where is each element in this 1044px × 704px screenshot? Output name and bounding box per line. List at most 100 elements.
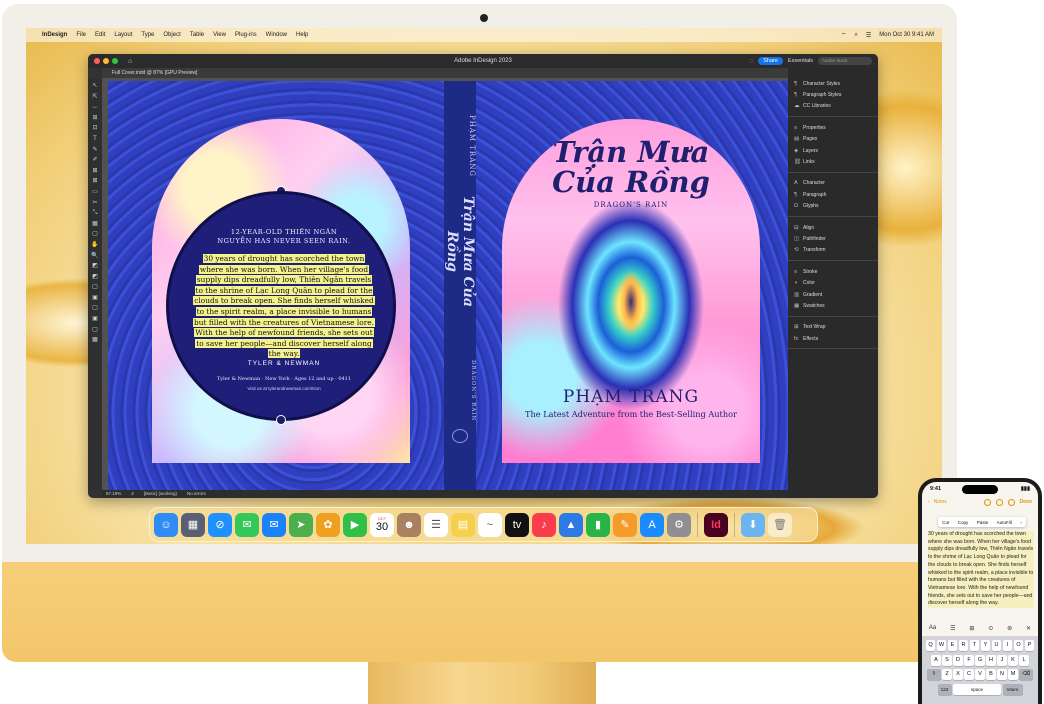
dock-indesign-icon[interactable]: Id [704, 512, 728, 537]
key-l[interactable]: L [1019, 654, 1029, 666]
key-k[interactable]: K [1008, 654, 1018, 666]
tool-icon[interactable]: ⊡ [92, 124, 97, 134]
key-s[interactable]: S [942, 654, 952, 666]
workspace-switcher[interactable]: Essentials [788, 58, 813, 64]
menu-window[interactable]: Window [266, 32, 287, 38]
key-o[interactable]: O [1013, 640, 1024, 651]
panel-stroke[interactable]: ≡ Stroke [788, 266, 878, 277]
dock-reminders-icon[interactable]: ☰ [424, 512, 448, 537]
dock-app-store-icon[interactable]: A [640, 512, 664, 537]
menu-clock[interactable]: Mon Oct 30 9:41 AM [879, 32, 934, 38]
search-icon[interactable]: ⌕ [855, 32, 858, 39]
key-f[interactable]: F [964, 654, 974, 666]
menu-type[interactable]: Type [141, 32, 154, 38]
key-i[interactable]: I [1002, 640, 1013, 651]
key-a[interactable]: A [931, 654, 941, 666]
notes-back-button[interactable]: Notes [934, 499, 947, 505]
dock-contacts-icon[interactable]: ☻ [397, 512, 421, 537]
space-key[interactable]: space [953, 683, 1001, 695]
preflight-profile[interactable]: [Basic] (working) [144, 490, 177, 498]
tool-icon[interactable]: ▢ [92, 283, 98, 293]
numbers-key[interactable]: 123 [937, 683, 952, 695]
note-body[interactable]: 30 years of drought has scorched the tow… [928, 531, 1034, 609]
menu-app-name[interactable]: InDesign [42, 32, 67, 38]
page-number[interactable]: 2 [131, 490, 134, 498]
panel-swatches[interactable]: ▦ Swatches [788, 300, 878, 311]
tool-icon[interactable]: ✐ [92, 156, 97, 166]
tool-icon[interactable]: ⤡ [93, 209, 98, 219]
key-b[interactable]: B [986, 669, 996, 680]
edit-menu-item[interactable]: Cut [942, 520, 949, 525]
key-e[interactable]: E [947, 640, 958, 651]
format-bar-icon[interactable]: Aa [929, 625, 936, 631]
tool-icon[interactable]: ▦ [92, 336, 98, 346]
checklist-icon[interactable] [983, 498, 991, 506]
dock-finder-icon[interactable]: ☺ [154, 512, 178, 537]
dock-facetime-icon[interactable]: ▶ [343, 512, 367, 537]
tool-icon[interactable]: ↖ [92, 82, 97, 92]
key-x[interactable]: X [953, 669, 963, 680]
dock-tv-icon[interactable]: tv [505, 512, 529, 537]
menu-view[interactable]: View [213, 32, 226, 38]
tool-icon[interactable]: ▢ [92, 304, 98, 314]
panel-align[interactable]: ⊟ Align [788, 222, 878, 233]
key-p[interactable]: P [1024, 640, 1035, 651]
key-r[interactable]: R [958, 640, 969, 651]
back-blurb-text-frame[interactable]: 30 years of drought has scorched the tow… [193, 254, 375, 360]
panel-transform[interactable]: ⟲ Transform [788, 245, 878, 256]
menu-layout[interactable]: Layout [114, 32, 132, 38]
dock-system-settings-icon[interactable]: ⚙ [667, 512, 691, 537]
dock-maps-icon[interactable]: ➤ [289, 512, 313, 537]
more-icon[interactable] [1007, 498, 1015, 506]
dock-calendar-icon[interactable]: OCT 30 [370, 512, 394, 537]
format-bar-icon[interactable]: ✕ [1026, 625, 1031, 632]
menu-help[interactable]: Help [296, 32, 308, 38]
edit-menu-item[interactable]: Copy [958, 520, 969, 525]
key-m[interactable]: M [1008, 669, 1018, 680]
zoom-button[interactable] [112, 58, 118, 64]
key-n[interactable]: N [997, 669, 1007, 680]
panel-cc-libraries[interactable]: ☁ CC Libraries [788, 101, 878, 112]
document-tab[interactable]: Full Cover.indd @ 87% [GPU Preview] [102, 68, 788, 78]
format-bar-icon[interactable]: ⊙ [988, 625, 993, 632]
panel-color[interactable]: ◑ Color [788, 277, 878, 288]
key-c[interactable]: C [964, 669, 974, 680]
panel-paragraph[interactable]: ¶ Paragraph [788, 189, 878, 200]
tool-icon[interactable]: ⇱ [92, 93, 97, 103]
key-h[interactable]: H [986, 654, 996, 666]
edit-menu-item[interactable]: AutoFill [997, 520, 1012, 525]
share-icon[interactable] [995, 498, 1003, 506]
tool-icon[interactable]: ◩ [92, 262, 98, 272]
format-bar-icon[interactable]: ⊚ [1007, 625, 1012, 632]
panel-gradient[interactable]: ▥ Gradient [788, 289, 878, 300]
tool-icon[interactable]: ▣ [92, 294, 98, 304]
dock-launchpad-icon[interactable]: ▦ [181, 512, 205, 537]
menu-file[interactable]: File [76, 32, 86, 38]
menu-plugins[interactable]: Plug-ins [235, 32, 257, 38]
format-bar-icon[interactable]: ☰ [950, 625, 955, 632]
home-icon[interactable]: ⌂ [128, 58, 132, 65]
panel-pathfinder[interactable]: ◫ Pathfinder [788, 233, 878, 244]
panel-glyphs[interactable]: Ω Glyphs [788, 201, 878, 212]
dock-photos-icon[interactable]: ✿ [316, 512, 340, 537]
panel-pages[interactable]: ▤ Pages [788, 134, 878, 145]
notes-done-button[interactable]: Done [1020, 499, 1033, 505]
control-center-icon[interactable]: ☰ [866, 32, 871, 39]
dock-messages-icon[interactable]: ✉ [235, 512, 259, 537]
tool-icon[interactable]: ⊞ [92, 114, 97, 124]
dock-trash-icon[interactable]: 🗑 [768, 512, 792, 537]
panel-layers[interactable]: ◈ Layers [788, 145, 878, 156]
tool-icon[interactable]: ⊠ [92, 177, 97, 187]
close-button[interactable] [94, 58, 100, 64]
share-button[interactable]: Share [758, 57, 783, 65]
key-w[interactable]: W [936, 640, 947, 651]
wifi-icon[interactable]: ⌔ [841, 31, 847, 39]
panel-links[interactable]: ⛓ Links [788, 156, 878, 167]
tool-icon[interactable]: T [93, 135, 97, 145]
tool-icon[interactable]: ▣ [92, 315, 98, 325]
dock-mail-icon[interactable]: ✉ [262, 512, 286, 537]
shift-key[interactable]: ⇧ [926, 669, 941, 680]
tool-icon[interactable]: ▦ [92, 220, 98, 230]
key-y[interactable]: Y [980, 640, 991, 651]
lightbulb-icon[interactable]: ◌ [749, 58, 753, 65]
